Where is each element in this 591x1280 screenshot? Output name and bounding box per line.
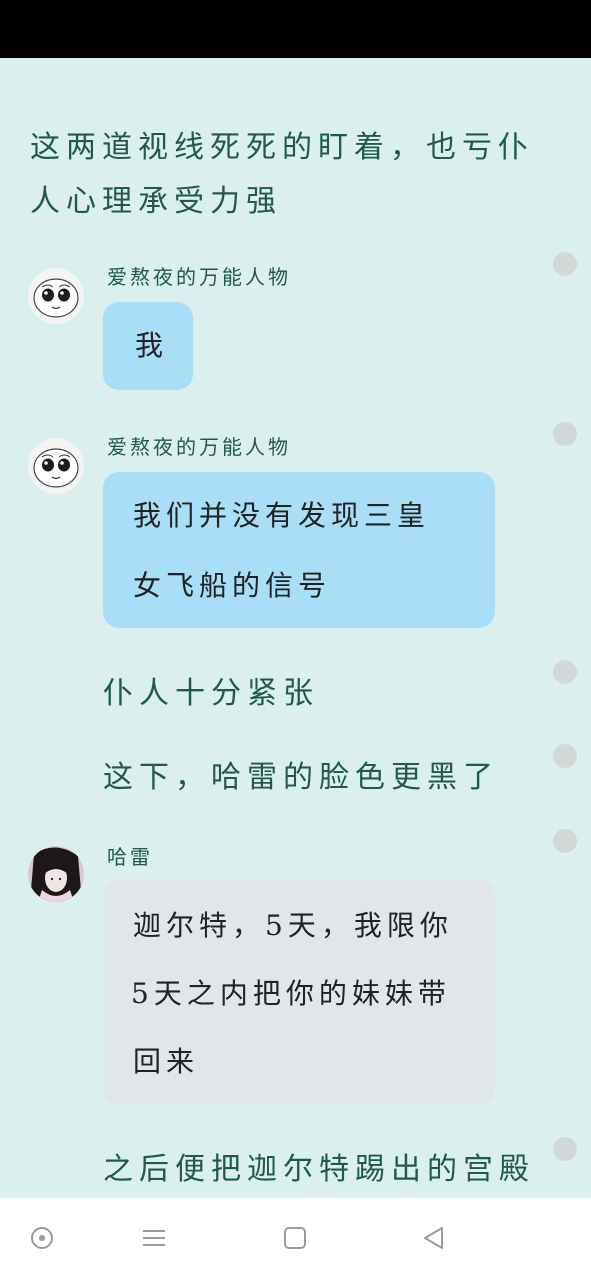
avatar[interactable] <box>28 846 84 902</box>
narration-line: 之后便把迦尔特踢出的宫殿 <box>103 1152 535 1187</box>
home-button[interactable] <box>275 1218 315 1258</box>
avatar[interactable] <box>28 438 84 494</box>
message-text: 女飞船的信号 <box>133 569 332 602</box>
menu-icon <box>143 1230 165 1246</box>
speaker-name: 爱熬夜的万能人物 <box>107 435 291 459</box>
message-menu-dot[interactable] <box>553 660 577 684</box>
message-text: 迦尔特，5天，我限你 <box>133 909 453 942</box>
narration-line: 人心理承受力强 <box>30 184 282 219</box>
circle-dot-icon <box>31 1227 53 1249</box>
message-menu-dot[interactable] <box>553 829 577 853</box>
narration-line: 这下，哈雷的脸色更黑了 <box>103 760 499 795</box>
message-bubble[interactable]: 我 <box>103 302 193 390</box>
speaker-name: 哈雷 <box>107 845 153 869</box>
speaker-name: 爱熬夜的万能人物 <box>107 265 291 289</box>
back-button[interactable] <box>414 1218 454 1258</box>
message-text: 5天之内把你的妹妹带 <box>131 977 451 1010</box>
chat-story-content[interactable]: 这两道视线死死的盯着，也亏仆 人心理承受力强 爱熬夜的万能人物 我 爱熬夜的万能… <box>0 58 591 1198</box>
system-navigation-bar <box>0 1198 591 1280</box>
message-menu-dot[interactable] <box>553 252 577 276</box>
assistant-button[interactable] <box>22 1218 62 1258</box>
message-menu-dot[interactable] <box>553 1137 577 1161</box>
message-menu-dot[interactable] <box>553 422 577 446</box>
narration-line: 仆人十分紧张 <box>103 676 319 711</box>
message-text: 我 <box>135 329 169 362</box>
message-text: 回来 <box>133 1045 200 1078</box>
message-bubble[interactable]: 我们并没有发现三皇 女飞船的信号 <box>103 472 495 628</box>
square-icon <box>284 1227 306 1249</box>
message-menu-dot[interactable] <box>553 744 577 768</box>
menu-button[interactable] <box>134 1218 174 1258</box>
back-triangle-icon <box>424 1227 443 1249</box>
message-bubble[interactable]: 迦尔特，5天，我限你 5天之内把你的妹妹带 回来 <box>103 880 495 1105</box>
avatar[interactable] <box>28 268 84 324</box>
narration-line: 这两道视线死死的盯着，也亏仆 <box>30 130 534 165</box>
status-bar <box>0 0 591 58</box>
message-text: 我们并没有发现三皇 <box>133 499 431 532</box>
